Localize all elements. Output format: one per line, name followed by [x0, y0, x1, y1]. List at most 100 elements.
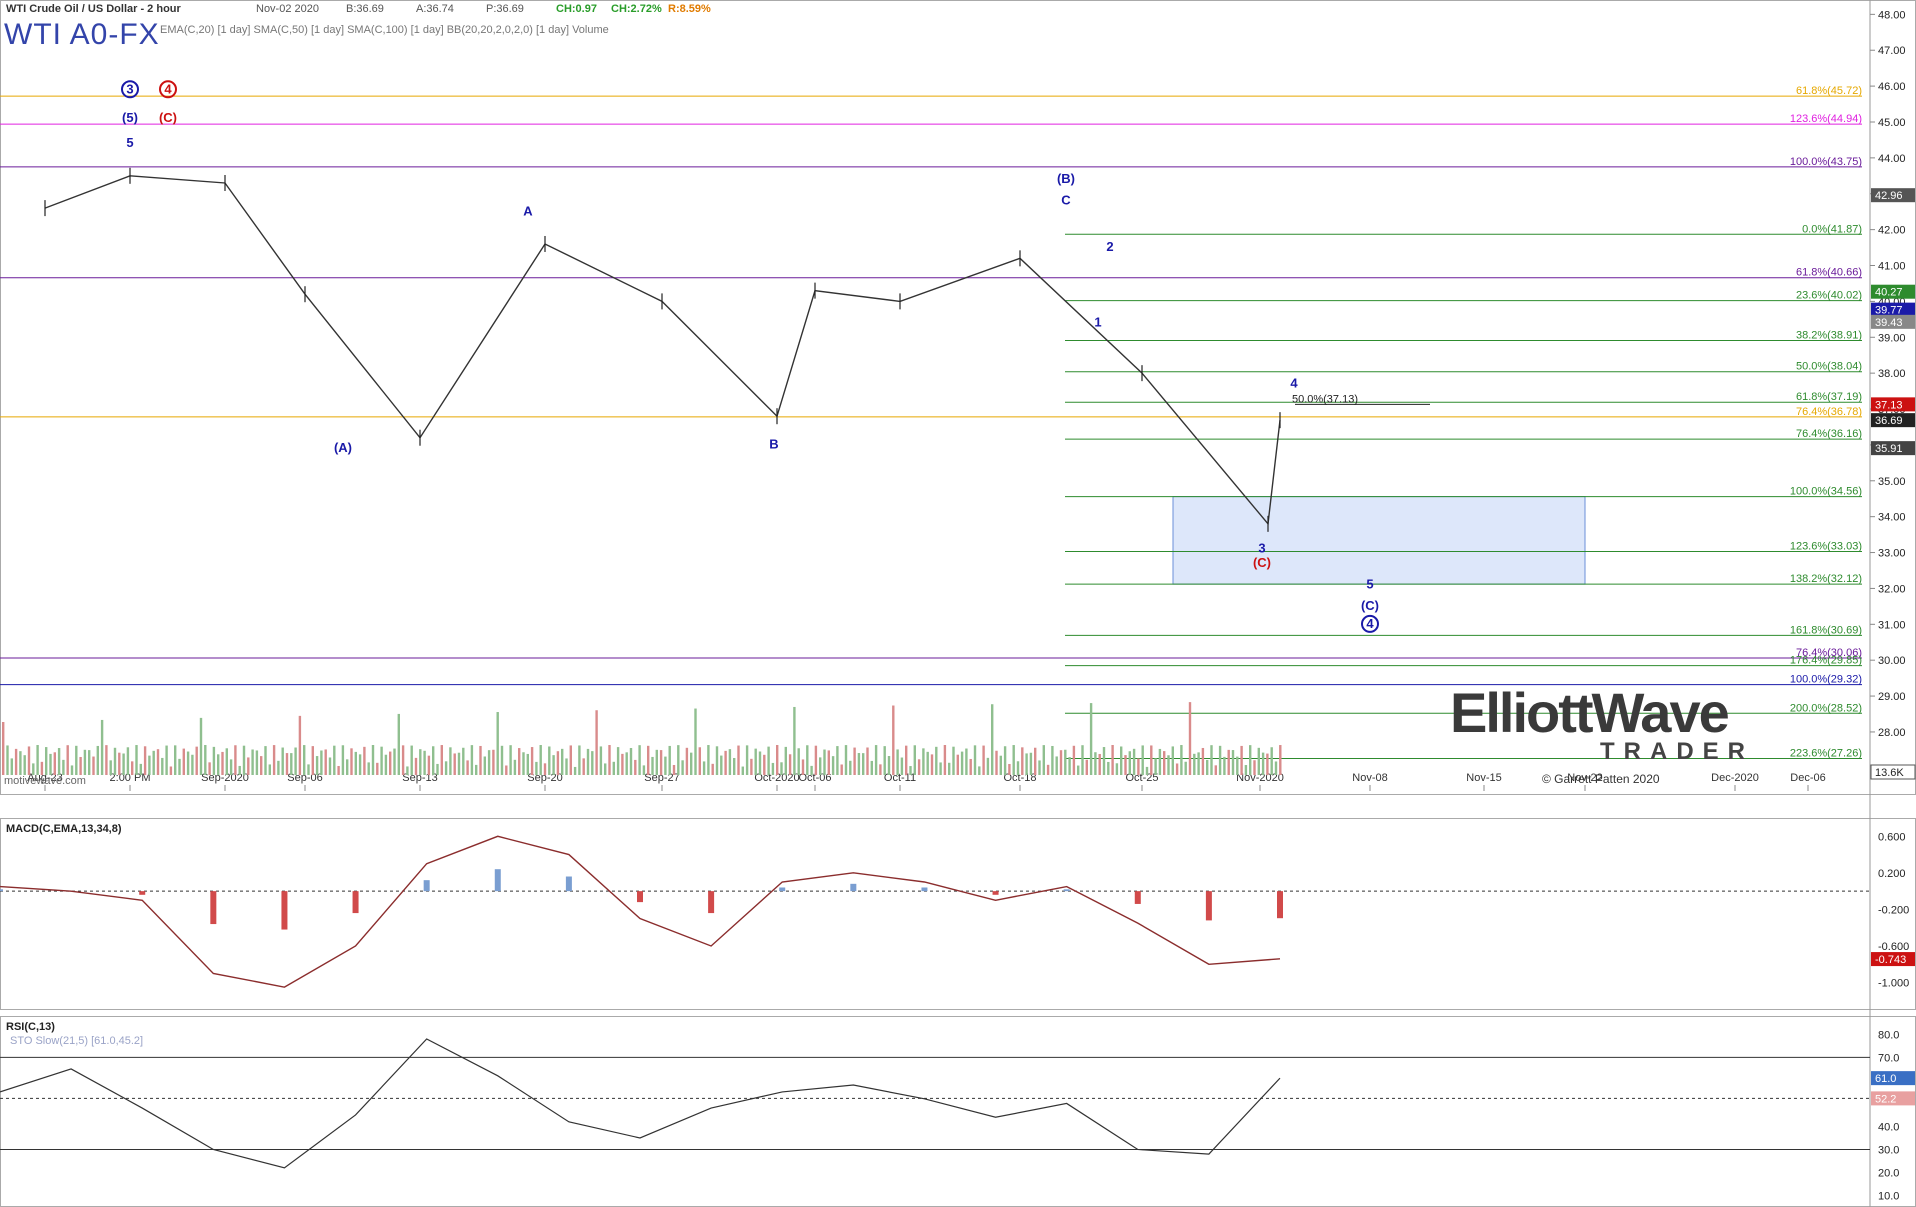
wave-label: 4 [1366, 616, 1374, 631]
volume-bar [143, 746, 147, 775]
macd-line [0, 835, 1281, 988]
volume-bar [681, 760, 684, 775]
volume-bar [148, 755, 151, 775]
macd-hist-bar [850, 883, 857, 892]
volume-bar [100, 719, 104, 775]
macd-tick-label: -0.200 [1878, 904, 1909, 916]
fib-label: 161.8%(30.69) [1790, 624, 1862, 636]
volume-bar [247, 757, 250, 775]
volume-bar [242, 745, 246, 775]
volume-bar [857, 753, 861, 775]
volume-bar [19, 751, 22, 775]
volume-bar [500, 745, 504, 775]
volume-bar [92, 756, 95, 775]
volume-bar [831, 756, 835, 775]
macd-hist-bar [779, 887, 786, 892]
volume-bar [849, 760, 852, 775]
volume-bar [642, 765, 646, 775]
volume-bar [1201, 747, 1205, 775]
volume-bar [621, 753, 624, 775]
volume-bar [690, 752, 693, 775]
volume-bar [57, 748, 61, 775]
volume-bar [853, 747, 856, 775]
volume-bar [1257, 747, 1260, 775]
volume-bar [1064, 749, 1067, 775]
volume-bar [1046, 764, 1050, 775]
fib-label: 123.6%(44.94) [1790, 113, 1862, 125]
volume-bar [1128, 751, 1131, 775]
volume-bar [599, 746, 603, 775]
volume-bar [1188, 702, 1192, 775]
volume-bar [1184, 761, 1187, 775]
volume-bar [634, 759, 637, 775]
volume-bar [561, 748, 564, 775]
x-tick-label: Sep-2020 [201, 772, 249, 784]
volume-bar [122, 753, 125, 775]
volume-bar [178, 758, 181, 775]
fib-label: 123.6%(33.03) [1790, 540, 1862, 552]
volume-bar [333, 745, 336, 775]
volume-bar [1206, 759, 1209, 775]
volume-bar [1068, 757, 1071, 775]
volume-bar [823, 749, 826, 775]
header-bid: B:36.69 [346, 3, 384, 15]
volume-bar [1266, 753, 1269, 775]
volume-bar [1210, 745, 1213, 775]
fib-label: 50.0%(38.04) [1796, 361, 1862, 373]
volume-bar [105, 745, 108, 775]
volume-bar [1167, 755, 1170, 775]
macd-tick-label: 0.200 [1878, 868, 1906, 880]
volume-bar [281, 747, 284, 775]
volume-bar [79, 756, 82, 775]
volume-bar [229, 759, 233, 775]
volume-bar [1059, 750, 1063, 775]
volume-bar [315, 756, 319, 775]
volume-bar [866, 747, 869, 775]
volume-bar [462, 747, 465, 775]
volume-bar [350, 748, 353, 775]
volume-bar [582, 758, 585, 775]
volume-bar [780, 762, 783, 775]
volume-bar [724, 750, 727, 775]
volume-bar [337, 765, 340, 775]
volume-bar [556, 751, 560, 775]
volume-bar [1214, 765, 1217, 775]
y-tick-label: 31.00 [1878, 619, 1906, 631]
wave-label: (C) [1361, 598, 1379, 613]
volume-bar [449, 747, 452, 775]
y-tick-label: 39.00 [1878, 332, 1906, 344]
volume-bar [23, 755, 26, 775]
volume-bar [548, 746, 551, 775]
volume-bar [186, 751, 190, 775]
volume-bar [801, 759, 805, 775]
volume-bar [444, 761, 448, 775]
volume-bar [887, 756, 891, 775]
header-change-pct: CH:2.72% [611, 3, 662, 15]
volume-bar [234, 745, 237, 775]
fib-label: 176.4%(29.85) [1790, 655, 1862, 667]
fib-label: 50.0%(37.13) [1292, 393, 1358, 405]
volume-bar [174, 745, 177, 775]
volume-bar [371, 745, 375, 775]
volume-bar [784, 746, 787, 775]
volume-bar [685, 747, 689, 775]
macd-hist-bar [1063, 889, 1070, 892]
volume-bar [608, 745, 611, 775]
header-change: CH:0.97 [556, 3, 597, 15]
price-series [44, 175, 1281, 526]
volume-bar [492, 749, 495, 775]
macd-hist-bar [494, 869, 501, 892]
fib-label: 38.2%(38.91) [1796, 329, 1862, 341]
wave-label: 4 [164, 81, 172, 96]
sto-value-label: 52.2 [1875, 1093, 1896, 1105]
volume-bar [862, 753, 865, 775]
volume-bar [1016, 761, 1020, 775]
volume-bar [346, 759, 349, 775]
rsi-tick-label: 20.0 [1878, 1167, 1899, 1179]
volume-bar [36, 745, 39, 775]
wave-label: (5) [122, 110, 138, 125]
volume-bar [728, 749, 732, 775]
fib-label: 223.6%(27.26) [1790, 747, 1862, 759]
volume-bar [384, 754, 388, 775]
macd-hist-bar [1277, 891, 1283, 919]
